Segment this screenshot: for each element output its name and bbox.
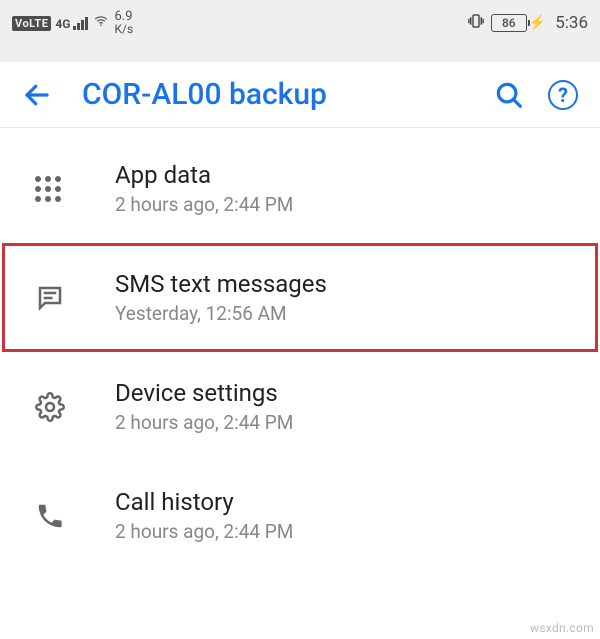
search-icon — [494, 80, 524, 110]
backup-category-list: App data 2 hours ago, 2:44 PM SMS text m… — [0, 128, 600, 570]
search-button[interactable] — [486, 72, 532, 118]
item-subtitle: 2 hours ago, 2:44 PM — [115, 411, 293, 434]
app-bar: COR-AL00 backup ? — [0, 62, 600, 128]
arrow-left-icon — [22, 80, 52, 110]
network-speed: 6.9 K/s — [114, 10, 133, 36]
watermark: wsxdn.com — [530, 621, 594, 635]
clock: 5:36 — [555, 13, 588, 33]
item-subtitle: Yesterday, 12:56 AM — [115, 302, 327, 325]
apps-icon — [21, 176, 105, 202]
battery-percent: 86 — [491, 14, 527, 32]
list-item-device-settings[interactable]: Device settings 2 hours ago, 2:44 PM — [0, 352, 600, 461]
signal-indicator: 4G — [55, 16, 88, 30]
help-icon: ? — [548, 80, 578, 110]
help-button[interactable]: ? — [540, 72, 586, 118]
item-subtitle: 2 hours ago, 2:44 PM — [115, 193, 293, 216]
status-right: 86 ⚡ 5:36 — [467, 12, 588, 34]
list-item-sms[interactable]: SMS text messages Yesterday, 12:56 AM — [2, 243, 598, 352]
status-left: VoLTE 4G 6.9 K/s — [12, 10, 133, 36]
sms-icon — [21, 283, 105, 313]
charging-icon: ⚡ — [529, 15, 546, 31]
signal-bars-icon — [73, 16, 88, 30]
item-title: SMS text messages — [115, 270, 327, 298]
network-type: 4G — [55, 18, 70, 30]
volte-badge: VoLTE — [12, 16, 51, 31]
back-button[interactable] — [14, 72, 60, 118]
phone-icon — [21, 501, 105, 531]
vibrate-icon — [467, 12, 485, 34]
wifi-icon — [92, 14, 110, 32]
status-bar: VoLTE 4G 6.9 K/s 86 — [0, 0, 600, 46]
list-item-call-history[interactable]: Call history 2 hours ago, 2:44 PM — [0, 461, 600, 570]
app-bar-gap — [0, 46, 600, 62]
speed-unit: K/s — [114, 22, 133, 36]
list-item-app-data[interactable]: App data 2 hours ago, 2:44 PM — [0, 134, 600, 243]
item-title: App data — [115, 161, 293, 189]
page-title: COR-AL00 backup — [68, 77, 478, 112]
item-title: Device settings — [115, 379, 293, 407]
item-subtitle: 2 hours ago, 2:44 PM — [115, 520, 293, 543]
item-title: Call history — [115, 488, 293, 516]
gear-icon — [21, 392, 105, 422]
battery-indicator: 86 ⚡ — [491, 14, 546, 32]
